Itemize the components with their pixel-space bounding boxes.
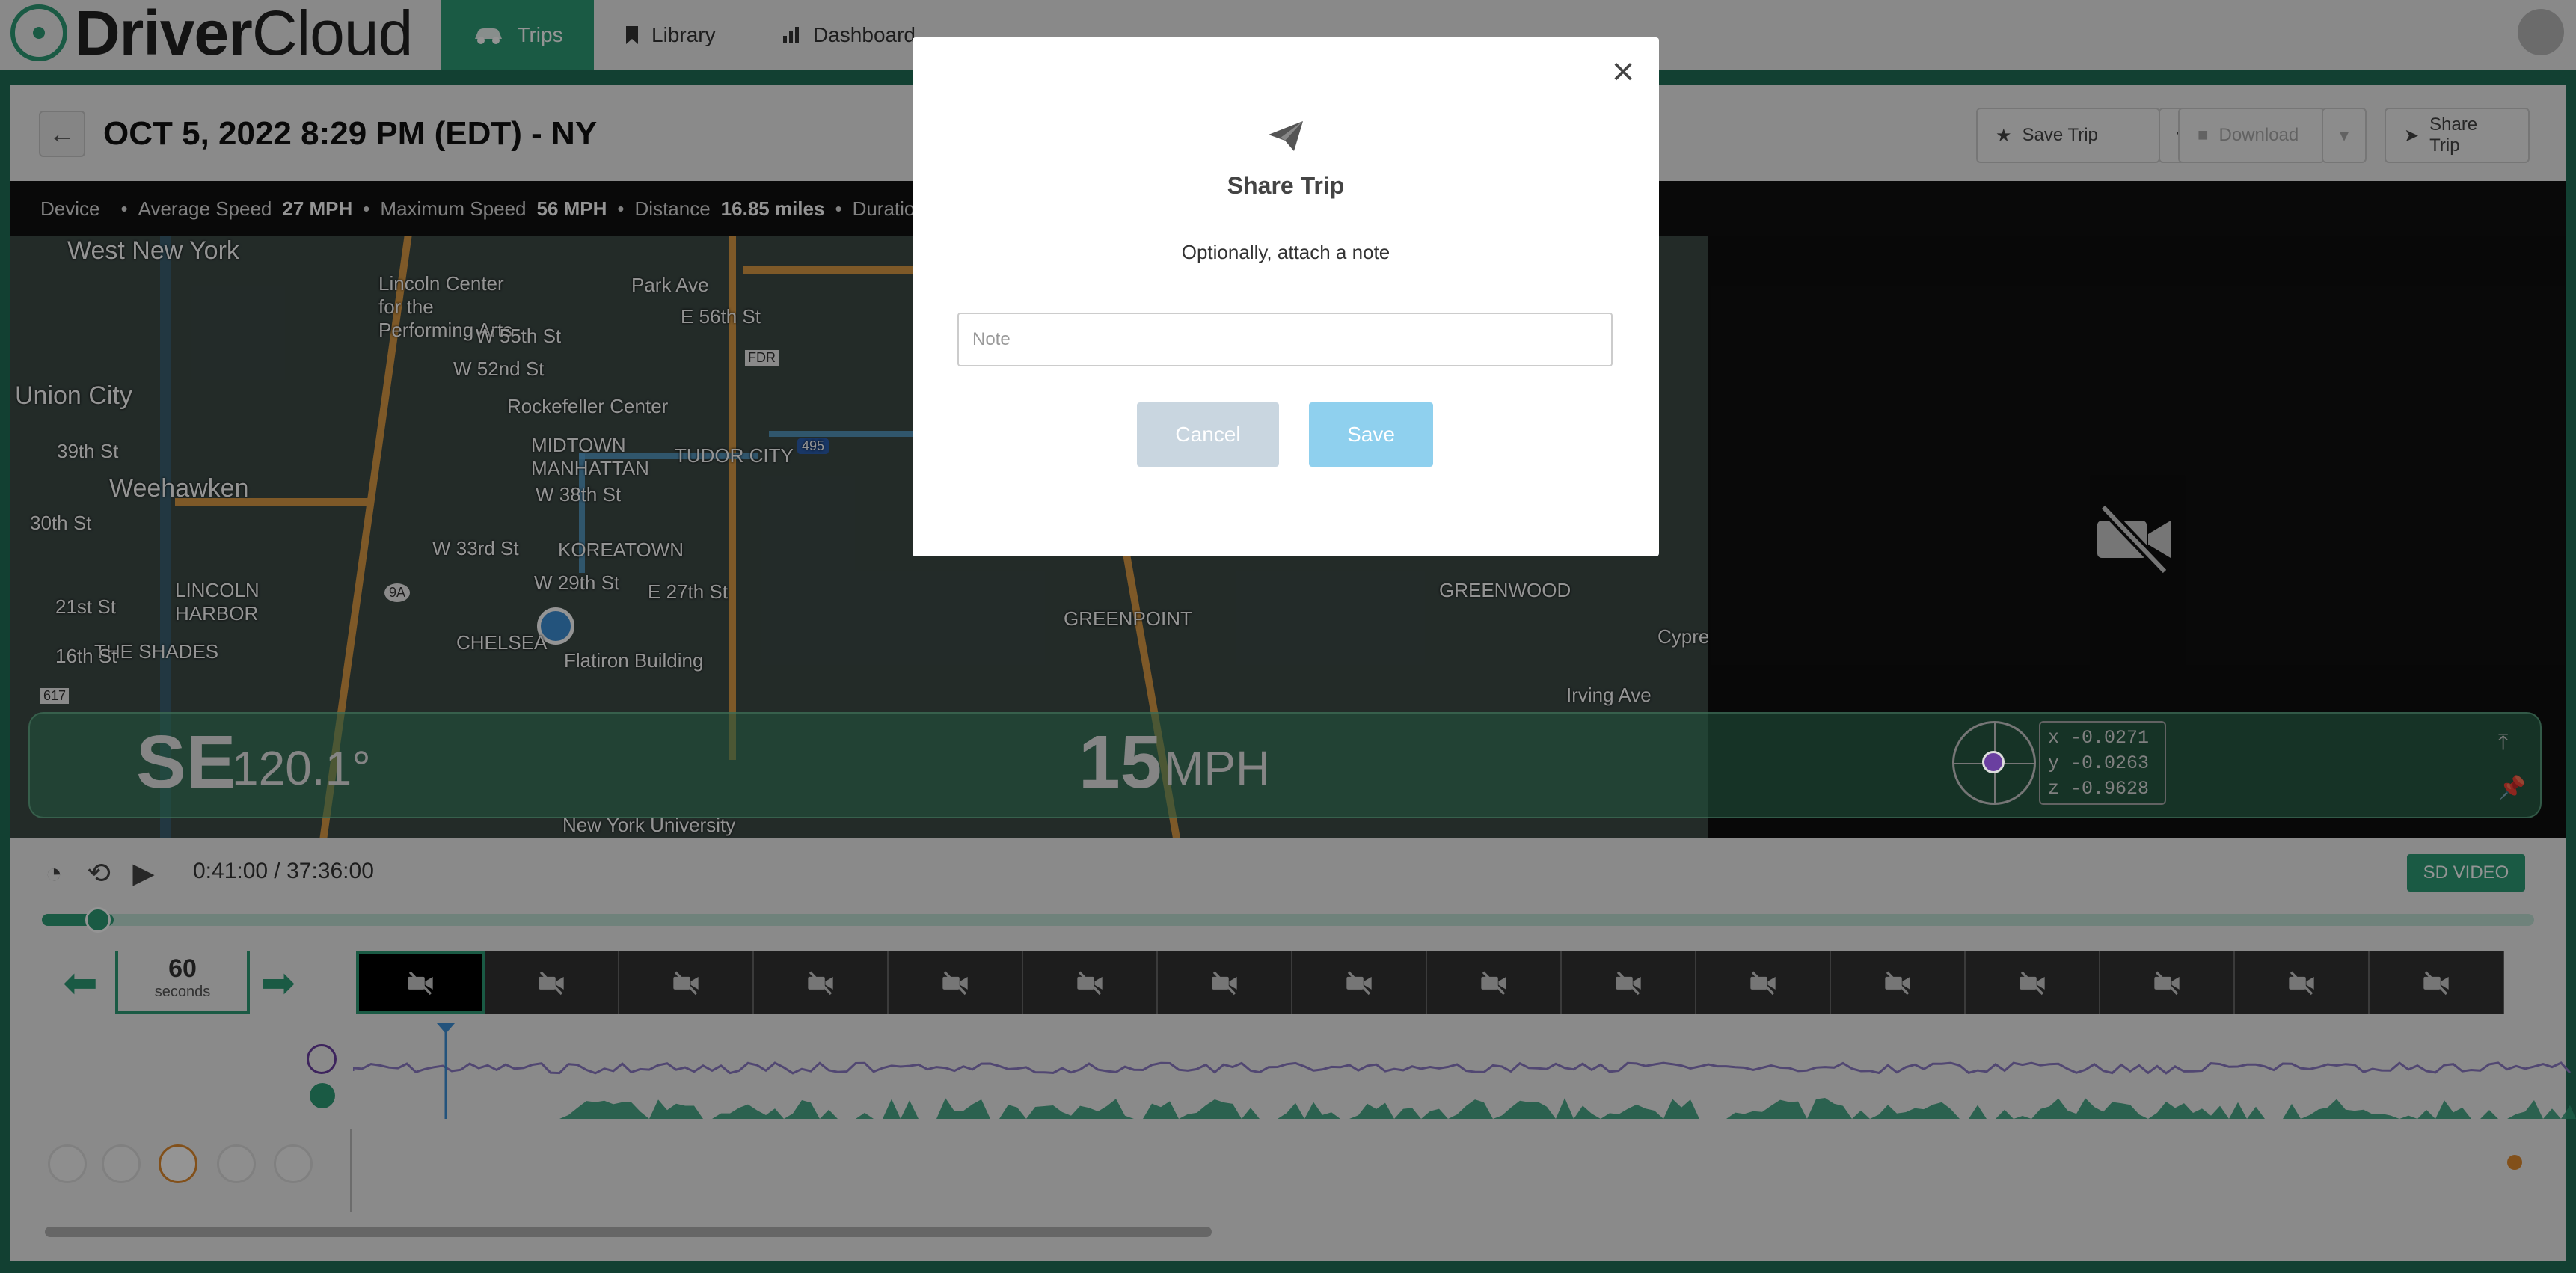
note-input[interactable]	[957, 313, 1613, 366]
share-trip-modal	[913, 37, 1659, 556]
paper-plane-icon	[1269, 121, 1303, 151]
save-button[interactable]: Save	[1309, 402, 1433, 467]
g-sensor-dot	[1982, 751, 2005, 773]
modal-subtitle: Optionally, attach a note	[1181, 241, 1390, 263]
modal-title: Share Trip	[1227, 172, 1345, 199]
close-icon[interactable]: ×	[1605, 52, 1641, 91]
cancel-button[interactable]: Cancel	[1137, 402, 1279, 467]
